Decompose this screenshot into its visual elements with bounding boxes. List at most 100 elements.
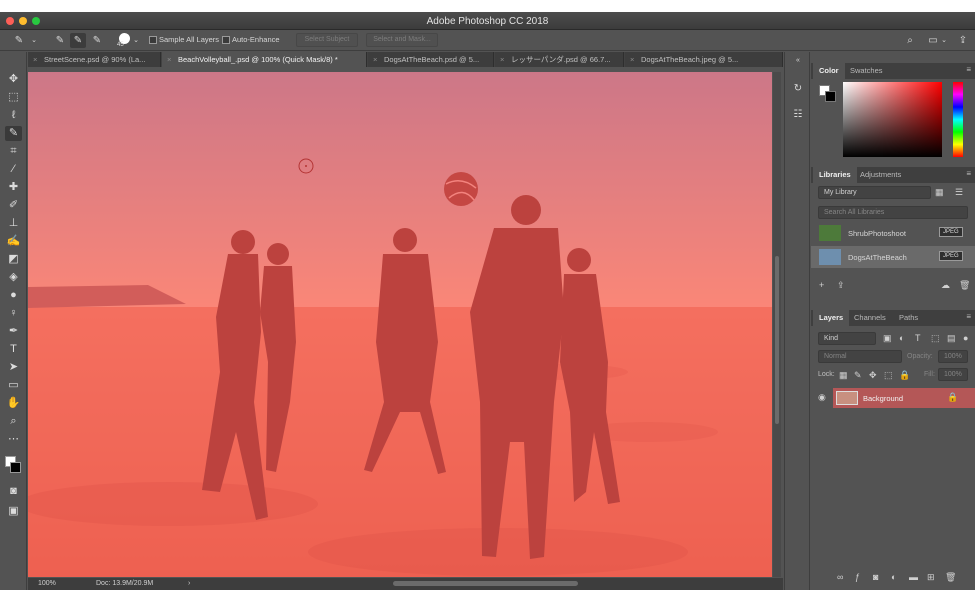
tab-color[interactable]: Color	[813, 63, 845, 79]
hand-tool-icon[interactable]: ✋	[5, 396, 22, 411]
library-search-input[interactable]: Search All Libraries	[818, 206, 968, 219]
screen-mode-icon[interactable]: ▣	[5, 504, 22, 519]
tab-libraries[interactable]: Libraries	[813, 167, 857, 183]
adjustment-layer-icon[interactable]: ◐	[891, 572, 896, 582]
lasso-tool-icon[interactable]: ℓ	[5, 108, 22, 123]
brush-chevron-icon[interactable]: ⌄	[132, 33, 140, 48]
close-tab-icon[interactable]: ×	[33, 52, 37, 67]
move-tool-icon[interactable]: ✥	[5, 72, 22, 87]
layer-row[interactable]: ◉ Background 🔒	[811, 388, 975, 408]
list-view-icon[interactable]: ☰	[955, 187, 963, 198]
close-tab-icon[interactable]: ×	[500, 52, 504, 67]
lock-all-icon[interactable]: 🔒	[899, 370, 910, 381]
paint-bucket-tool-icon[interactable]: ◈	[5, 270, 22, 285]
tab-channels[interactable]: Channels	[848, 310, 892, 326]
lock-transparent-icon[interactable]: ▦	[839, 370, 848, 381]
library-item[interactable]: DogsAtTheBeach JPEG	[811, 246, 975, 268]
tab-dogsatthebeach-jpeg[interactable]: × DogsAtTheBeach.jpeg @ 5...	[625, 52, 783, 67]
delete-layer-icon[interactable]: 🗑	[945, 572, 956, 583]
chevron-down-icon[interactable]: ⌄	[30, 33, 38, 48]
close-tab-icon[interactable]: ×	[630, 52, 634, 67]
tab-dogsatthebeach-psd[interactable]: × DogsAtTheBeach.psd @ 5...	[368, 52, 494, 67]
history-panel-icon[interactable]: ↻	[791, 82, 805, 96]
rectangle-tool-icon[interactable]: ▭	[5, 378, 22, 393]
status-menu-arrow-icon[interactable]: ›	[188, 580, 190, 587]
filter-shape-icon[interactable]: ⬚	[931, 333, 940, 344]
search-icon[interactable]: ⌕	[903, 33, 917, 48]
add-to-selection-icon[interactable]: ✎	[70, 33, 86, 48]
filter-smart-object-icon[interactable]: ▤	[947, 333, 956, 344]
zoom-tool-icon[interactable]: ⌕	[5, 414, 22, 429]
dodge-tool-icon[interactable]: ♀	[5, 306, 22, 321]
vertical-scrollbar[interactable]	[773, 72, 781, 577]
foreground-background-color-icon[interactable]	[5, 448, 22, 478]
eyedropper-tool-icon[interactable]: ⁄	[5, 162, 22, 177]
add-library-item-icon[interactable]: +	[819, 280, 824, 290]
library-item[interactable]: ShrubPhotoshoot JPEG	[811, 222, 975, 244]
quick-mask-mode-icon[interactable]: ◙	[5, 484, 22, 499]
more-tools-icon[interactable]: ⋯	[5, 432, 22, 447]
filter-type-icon[interactable]: T	[915, 333, 921, 343]
lock-position-icon[interactable]: ✥	[869, 370, 877, 381]
tab-swatches[interactable]: Swatches	[844, 63, 889, 79]
layer-mask-icon[interactable]: ◙	[873, 572, 878, 582]
cloud-sync-icon[interactable]: ☁	[941, 280, 950, 291]
healing-brush-tool-icon[interactable]: ✚	[5, 180, 22, 195]
zoom-level[interactable]: 100%	[38, 580, 56, 587]
clone-stamp-tool-icon[interactable]: ⊥	[5, 216, 22, 231]
tab-beachvolleyball[interactable]: × BeachVolleyball_.psd @ 100% (Quick Mask…	[162, 52, 367, 67]
pen-tool-icon[interactable]: ✒	[5, 324, 22, 339]
layer-filter-kind[interactable]: Kind	[818, 332, 876, 345]
panel-menu-icon[interactable]: ≡	[966, 65, 971, 74]
new-group-icon[interactable]: ▬	[909, 572, 918, 582]
library-select[interactable]: My Library	[818, 186, 931, 199]
layer-style-icon[interactable]: ƒ	[855, 572, 860, 582]
share-icon[interactable]: ⇪	[956, 33, 970, 48]
blend-mode-select[interactable]: Normal	[818, 350, 902, 363]
color-picker-field[interactable]	[843, 82, 942, 157]
opacity-input[interactable]: 100%	[938, 350, 968, 363]
link-layers-icon[interactable]: ∞	[837, 572, 843, 582]
eye-icon[interactable]: ◉	[818, 392, 826, 403]
lock-artboard-icon[interactable]: ⬚	[884, 370, 893, 381]
history-brush-tool-icon[interactable]: ✍	[5, 234, 22, 249]
fill-input[interactable]: 100%	[938, 368, 968, 381]
panel-menu-icon[interactable]: ≡	[966, 312, 971, 321]
tab-layers[interactable]: Layers	[813, 310, 850, 326]
background-swatch[interactable]	[825, 91, 836, 102]
filter-toggle-icon[interactable]: ●	[963, 333, 968, 343]
filter-pixel-icon[interactable]: ▣	[883, 333, 892, 344]
new-layer-icon[interactable]: ⊞	[927, 572, 935, 583]
grid-view-icon[interactable]: ▦	[935, 187, 944, 198]
panel-menu-icon[interactable]: ≡	[966, 169, 971, 178]
sample-all-layers-checkbox[interactable]	[149, 36, 157, 44]
eraser-tool-icon[interactable]: ◩	[5, 252, 22, 267]
collapse-arrows-icon[interactable]: «	[791, 54, 805, 68]
brush-tool-icon[interactable]: ✐	[5, 198, 22, 213]
close-tab-icon[interactable]: ×	[167, 52, 171, 67]
upload-icon[interactable]: ⇪	[837, 280, 845, 291]
crop-tool-icon[interactable]: ⌗	[5, 144, 22, 159]
auto-enhance-checkbox[interactable]	[222, 36, 230, 44]
filter-adjustment-icon[interactable]: ◐	[899, 333, 904, 343]
tab-adjustments[interactable]: Adjustments	[854, 167, 907, 183]
workspace-icon[interactable]: ▭	[926, 33, 940, 48]
vertical-scroll-thumb[interactable]	[775, 256, 779, 424]
type-tool-icon[interactable]: T	[5, 342, 22, 357]
quick-selection-tool-icon[interactable]: ✎	[5, 126, 22, 141]
tab-red-panda[interactable]: × レッサーパンダ.psd @ 66.7...	[495, 52, 624, 67]
new-selection-icon[interactable]: ✎	[52, 33, 68, 48]
quick-selection-preset-icon[interactable]: ✎	[10, 33, 28, 48]
lock-image-icon[interactable]: ✎	[854, 370, 862, 381]
trash-icon[interactable]: 🗑	[959, 280, 970, 291]
marquee-tool-icon[interactable]: ⬚	[5, 90, 22, 105]
workspace-chevron-icon[interactable]: ⌄	[940, 33, 948, 48]
document-canvas[interactable]	[28, 72, 772, 577]
horizontal-scroll-thumb[interactable]	[393, 581, 578, 586]
select-and-mask-button[interactable]: Select and Mask...	[366, 33, 438, 47]
select-subject-button[interactable]: Select Subject	[296, 33, 358, 47]
blur-tool-icon[interactable]: ●	[5, 288, 22, 303]
close-tab-icon[interactable]: ×	[373, 52, 377, 67]
properties-panel-icon[interactable]: ☷	[791, 108, 805, 122]
tab-streetscene[interactable]: × StreetScene.psd @ 90% (La...	[28, 52, 161, 67]
